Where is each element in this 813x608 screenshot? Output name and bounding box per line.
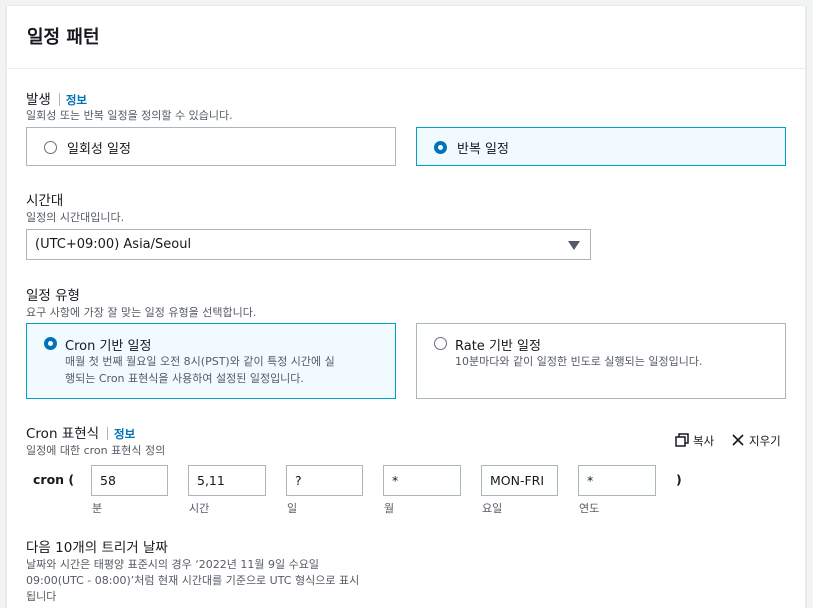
day-of-week-input[interactable]: MON-FRI bbox=[481, 465, 558, 496]
schedule-type-description: 요구 사항에 가장 잘 맞는 일정 유형을 선택합니다. bbox=[26, 306, 257, 319]
divider bbox=[58, 93, 60, 106]
cron-based-desc-line-1: 매월 첫 번째 월요일 오전 8시(PST)와 같이 특정 시간에 실 bbox=[65, 355, 335, 368]
hours-label: 시간 bbox=[189, 502, 210, 515]
month-input[interactable]: * bbox=[383, 465, 461, 496]
rate-based-schedule-option[interactable]: Rate 기반 일정 10분마다와 같이 일정한 빈도로 실행되는 일정입니다. bbox=[416, 323, 786, 399]
cron-info-link[interactable]: 정보 bbox=[114, 427, 135, 441]
month-label: 월 bbox=[384, 502, 395, 515]
year-input[interactable]: * bbox=[578, 465, 656, 496]
cron-based-schedule-option[interactable]: Cron 기반 일정 매월 첫 번째 월요일 오전 8시(PST)와 같이 특정… bbox=[26, 323, 396, 399]
timezone-select-value: (UTC+09:00) Asia/Seoul bbox=[35, 237, 192, 252]
day-of-month-input[interactable]: ? bbox=[286, 465, 363, 496]
clear-label: 지우기 bbox=[749, 434, 781, 448]
cron-expression-label: Cron 표현식 bbox=[26, 426, 100, 442]
radio-button[interactable] bbox=[434, 337, 447, 350]
cron-prefix: cron ( bbox=[33, 472, 75, 487]
radio-button-selected[interactable] bbox=[434, 141, 447, 154]
panel-title: 일정 패턴 bbox=[27, 27, 100, 48]
occurrence-info-link[interactable]: 정보 bbox=[66, 93, 87, 107]
panel-header: 일정 패턴 bbox=[7, 6, 805, 69]
occurrence-label-row: 발생 정보 bbox=[26, 88, 87, 108]
one-time-schedule-label: 일회성 일정 bbox=[67, 142, 131, 157]
cron-suffix: ) bbox=[676, 472, 682, 487]
cron-based-schedule-label: Cron 기반 일정 bbox=[65, 339, 152, 354]
timezone-description: 일정의 시간대입니다. bbox=[26, 211, 125, 224]
occurrence-label: 발생 bbox=[26, 92, 51, 108]
divider bbox=[107, 427, 109, 440]
cron-expression-description: 일정에 대한 cron 표현식 정의 bbox=[26, 444, 166, 457]
year-label: 연도 bbox=[579, 502, 600, 515]
radio-button[interactable] bbox=[44, 141, 57, 154]
copy-label: 복사 bbox=[693, 434, 715, 448]
next-triggers-desc-line-2: 09:00(UTC - 08:00)’처럼 현재 시간대를 기준으로 UTC 형… bbox=[26, 574, 360, 587]
day-of-week-label: 요일 bbox=[482, 502, 503, 515]
timezone-select[interactable]: (UTC+09:00) Asia/Seoul bbox=[26, 229, 591, 260]
one-time-schedule-option[interactable]: 일회성 일정 bbox=[26, 127, 396, 166]
minutes-input[interactable]: 58 bbox=[91, 465, 168, 496]
cron-expression-label-row: Cron 표현식 정보 bbox=[26, 422, 135, 442]
close-icon bbox=[732, 434, 744, 446]
radio-button-selected[interactable] bbox=[44, 337, 57, 350]
minutes-label: 분 bbox=[92, 502, 103, 515]
cron-based-desc-line-2: 행되는 Cron 표현식을 사용하여 설정된 일정입니다. bbox=[65, 372, 304, 385]
copy-icon bbox=[675, 433, 689, 447]
schedule-type-label: 일정 유형 bbox=[26, 288, 80, 304]
next-triggers-desc-line-3: 됩니다 bbox=[26, 590, 57, 603]
occurrence-description: 일회성 또는 반복 일정을 정의할 수 있습니다. bbox=[26, 109, 233, 122]
recurring-schedule-label: 반복 일정 bbox=[457, 142, 509, 157]
timezone-label: 시간대 bbox=[26, 193, 64, 209]
rate-based-schedule-label: Rate 기반 일정 bbox=[455, 339, 541, 354]
clear-button[interactable]: 지우기 bbox=[731, 433, 781, 449]
next-triggers-desc-line-1: 날짜와 시간은 태평양 표준시의 경우 ‘2022년 11월 9일 수요일 bbox=[26, 558, 319, 571]
hours-input[interactable]: 5,11 bbox=[188, 465, 266, 496]
rate-based-desc-line-1: 10분마다와 같이 일정한 빈도로 실행되는 일정입니다. bbox=[455, 355, 703, 368]
caret-down-icon bbox=[568, 241, 580, 250]
copy-button[interactable]: 복사 bbox=[675, 433, 714, 449]
next-triggers-title: 다음 10개의 트리거 날짜 bbox=[26, 540, 168, 556]
recurring-schedule-option[interactable]: 반복 일정 bbox=[416, 127, 786, 166]
day-of-month-label: 일 bbox=[287, 502, 298, 515]
